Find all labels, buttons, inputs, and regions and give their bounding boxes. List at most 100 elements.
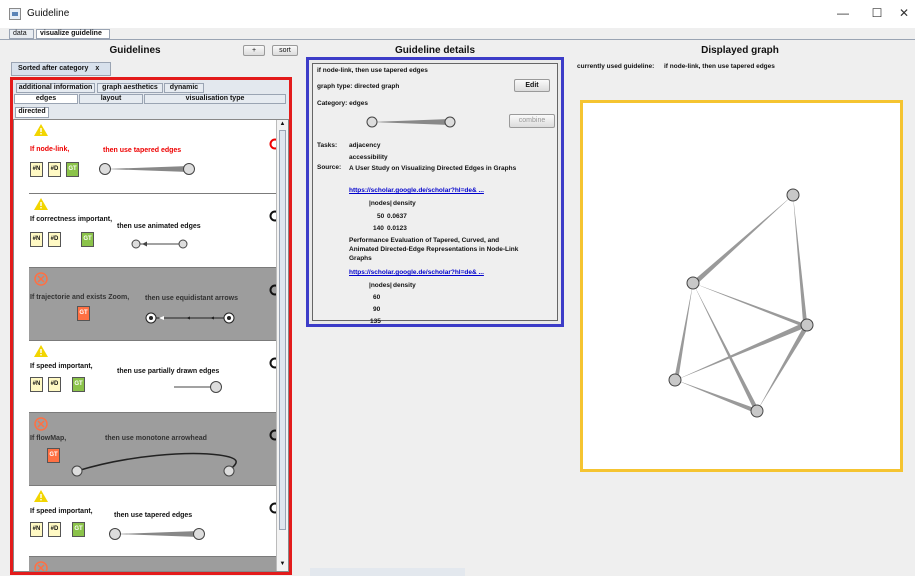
invalid-icon xyxy=(34,417,48,431)
java-app-icon xyxy=(9,8,21,20)
source2-row-nodes: 135 xyxy=(370,318,381,325)
badge-density: #D xyxy=(48,162,61,177)
sorted-tab-label: Sorted after category xyxy=(18,65,89,72)
source1-row-nodes: 140 xyxy=(373,225,384,232)
tasks-label: Tasks: xyxy=(317,142,338,149)
guideline-card[interactable]: If trajectorie and exists Zoom, then use… xyxy=(29,268,288,341)
source-label: Source: xyxy=(317,164,342,171)
combine-button[interactable]: combine xyxy=(509,114,555,128)
guideline-card[interactable]: If speed important, then use partially d… xyxy=(29,341,288,413)
graph-node xyxy=(800,318,814,332)
guideline-card[interactable]: If correctness important, then use anima… xyxy=(29,194,288,268)
guideline-consequence: then use partially drawn edges xyxy=(117,368,220,375)
guideline-condition: If trajectorie and exists Zoom, xyxy=(30,294,130,301)
badge-nodes: #N xyxy=(30,162,43,177)
minimize-button[interactable]: — xyxy=(832,4,854,22)
badge-ground-truth: GT xyxy=(72,377,85,392)
guideline-consequence: then use animated edges xyxy=(117,223,201,230)
source2-link[interactable]: https://scholar.google.de/scholar?hl=de&… xyxy=(349,269,484,276)
badge-ground-truth: GT xyxy=(72,522,85,537)
displayed-graph-header: Displayed graph xyxy=(701,45,779,56)
guideline-condition: If correctness important, xyxy=(30,216,113,223)
sorted-after-category-tab[interactable]: Sorted after category x xyxy=(11,62,111,76)
guideline-details-panel: if node-link, then use tapered edges gra… xyxy=(306,57,564,327)
graph-node xyxy=(668,373,682,387)
source1-row-nodes: 50 xyxy=(377,213,385,220)
guideline-consequence: then use tapered edges xyxy=(114,512,193,519)
window-title: Guideline xyxy=(27,8,70,19)
maximize-button[interactable]: ☐ xyxy=(866,4,888,22)
scroll-down-arrow[interactable]: ▼ xyxy=(278,561,287,569)
tab-directed[interactable]: directed xyxy=(15,107,49,118)
tab-divider xyxy=(0,39,915,40)
details-category: Category: edges xyxy=(317,100,368,107)
source2-col-nodes: |nodes| xyxy=(369,282,392,289)
details-graph-type: graph type: directed graph xyxy=(317,83,400,90)
badge-ground-truth: GT xyxy=(66,162,79,177)
invalid-icon xyxy=(34,561,48,571)
badge-ground-truth: GT xyxy=(47,448,60,463)
source2-col-density: density xyxy=(393,282,416,289)
guideline-condition: If speed important, xyxy=(30,363,93,370)
guideline-consequence: then use tapered edges xyxy=(103,147,182,154)
source1-row-density: 0.0637 xyxy=(387,213,407,220)
tab-data[interactable]: data xyxy=(9,29,34,39)
tapered-edges xyxy=(674,195,809,413)
sort-button[interactable]: sort xyxy=(272,45,298,56)
source2-row-nodes: 90 xyxy=(373,306,381,313)
source1-col-nodes: |nodes| xyxy=(369,200,392,207)
details-title: if node-link, then use tapered edges xyxy=(317,67,428,74)
guideline-card[interactable]: If node-link, then use tapered edges #N … xyxy=(29,120,288,194)
guideline-condition: If node-link, xyxy=(30,146,70,153)
current-guideline-label: currently used guideline: xyxy=(577,63,655,70)
partially-drawn-edge-preview xyxy=(174,381,222,393)
badge-nodes: #N xyxy=(30,377,43,392)
window-titlebar: Guideline — ☐ ✕ xyxy=(0,0,915,28)
graph-node xyxy=(786,188,800,202)
scrollbar-thumb[interactable] xyxy=(279,130,286,530)
warning-icon xyxy=(34,124,48,136)
vertical-scrollbar[interactable]: ▲ ▼ xyxy=(276,120,288,571)
guidelines-scroll-area: If node-link, then use tapered edges #N … xyxy=(13,119,289,572)
warning-icon xyxy=(34,345,48,357)
tab-additional-information[interactable]: additional information xyxy=(16,83,95,93)
monotone-arrowhead-preview xyxy=(71,452,237,477)
tab-edges[interactable]: edges xyxy=(14,94,78,104)
source2-row-nodes: 60 xyxy=(373,294,381,301)
status-bar-stub xyxy=(310,568,465,576)
source1-link[interactable]: https://scholar.google.de/scholar?hl=de&… xyxy=(349,187,484,194)
equidistant-arrows-preview xyxy=(145,312,235,324)
source1-title: A User Study on Visualizing Directed Edg… xyxy=(349,165,517,172)
guideline-card[interactable] xyxy=(29,557,288,571)
guideline-consequence: then use monotone arrowhead xyxy=(105,435,207,442)
source2-title: Performance Evaluation of Tapered, Curve… xyxy=(349,237,519,262)
badge-density: #D xyxy=(48,232,61,247)
graph-node xyxy=(686,276,700,290)
badge-ground-truth: GT xyxy=(77,306,90,321)
animated-edge-preview xyxy=(131,239,188,249)
badge-nodes: #N xyxy=(30,232,43,247)
badge-density: #D xyxy=(48,377,61,392)
edit-button[interactable]: Edit xyxy=(514,79,550,92)
tab-visualize-guideline[interactable]: visualize guideline xyxy=(36,29,110,39)
invalid-icon xyxy=(34,272,48,286)
scroll-up-arrow[interactable]: ▲ xyxy=(278,121,287,129)
guideline-card[interactable]: If speed important, then use tapered edg… xyxy=(29,486,288,557)
badge-nodes: #N xyxy=(30,522,43,537)
sorted-tab-close-icon[interactable]: x xyxy=(95,65,99,72)
source1-row-density: 0.0123 xyxy=(387,225,407,232)
guidelines-header: Guidelines xyxy=(109,45,161,56)
graph-node xyxy=(750,404,764,418)
tab-visualisation-type[interactable]: visualisation type xyxy=(144,94,286,104)
tab-dynamic[interactable]: dynamic xyxy=(164,83,204,93)
guideline-details-content: if node-link, then use tapered edges gra… xyxy=(312,63,558,325)
current-guideline-value: if node-link, then use tapered edges xyxy=(664,63,775,70)
add-guideline-button[interactable]: + xyxy=(243,45,265,56)
task-accessibility: accessibility xyxy=(349,154,388,161)
tab-graph-aesthetics[interactable]: graph aesthetics xyxy=(97,83,163,93)
close-button[interactable]: ✕ xyxy=(893,4,915,22)
task-adjacency: adjacency xyxy=(349,142,381,149)
tab-layout[interactable]: layout xyxy=(79,94,143,104)
guideline-card[interactable]: If flowMap, then use monotone arrowhead … xyxy=(29,413,288,486)
guideline-condition: If flowMap, xyxy=(30,435,67,442)
